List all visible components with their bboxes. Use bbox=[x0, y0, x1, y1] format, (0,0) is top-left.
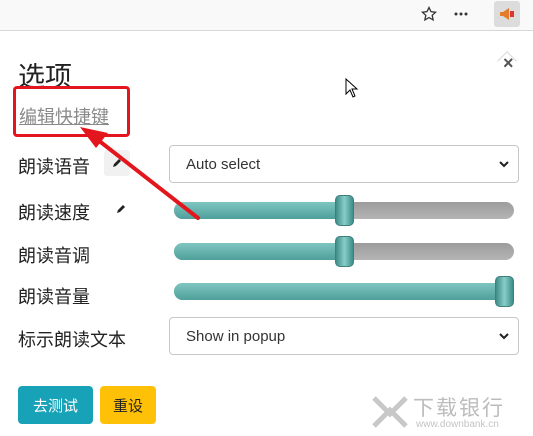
chevron-down-icon bbox=[499, 161, 509, 168]
watermark-brand: 下载银行 bbox=[413, 396, 505, 420]
rate-slider-thumb[interactable] bbox=[335, 195, 354, 226]
volume-slider-thumb[interactable] bbox=[495, 276, 514, 307]
voice-edit-pencil-icon[interactable] bbox=[104, 150, 130, 176]
highlight-select-value: Show in popup bbox=[186, 327, 286, 345]
pitch-slider[interactable] bbox=[174, 236, 514, 267]
test-button[interactable]: 去测试 bbox=[18, 386, 93, 424]
close-icon[interactable]: × bbox=[503, 53, 514, 74]
read-aloud-extension-icon[interactable] bbox=[494, 1, 520, 27]
mouse-cursor-icon bbox=[345, 78, 359, 98]
rate-label: 朗读速度 bbox=[18, 203, 90, 224]
pitch-slider-thumb[interactable] bbox=[335, 236, 354, 267]
rate-slider-fill bbox=[174, 202, 345, 219]
reset-button[interactable]: 重设 bbox=[100, 386, 156, 424]
pitch-label: 朗读音调 bbox=[18, 246, 90, 267]
rate-edit-pencil-icon[interactable] bbox=[108, 196, 134, 222]
bookmark-star-icon[interactable] bbox=[418, 3, 440, 25]
voice-select-value: Auto select bbox=[186, 155, 261, 173]
more-menu-icon[interactable] bbox=[450, 3, 472, 25]
highlight-text-select[interactable]: Show in popup bbox=[169, 317, 519, 355]
downbank-logo-icon bbox=[372, 396, 408, 428]
voice-select[interactable]: Auto select bbox=[169, 145, 519, 183]
chevron-down-icon bbox=[499, 333, 509, 340]
options-panel: 选项 × 编辑快捷键 朗读语音 Auto select 朗读速度 朗读音调 朗读… bbox=[0, 30, 533, 436]
annotation-highlight-box bbox=[13, 86, 130, 137]
browser-toolbar bbox=[0, 0, 533, 28]
volume-slider-fill bbox=[174, 283, 505, 300]
watermark-url: www.downbank.cn bbox=[416, 419, 499, 430]
voice-label: 朗读语音 bbox=[18, 157, 90, 178]
highlight-text-label: 标示朗读文本 bbox=[18, 330, 126, 351]
site-watermark: 下载银行 www.downbank.cn bbox=[370, 392, 530, 432]
volume-slider[interactable] bbox=[174, 276, 514, 307]
pitch-slider-fill bbox=[174, 243, 345, 260]
rate-slider[interactable] bbox=[174, 195, 514, 226]
volume-label: 朗读音量 bbox=[18, 287, 90, 308]
